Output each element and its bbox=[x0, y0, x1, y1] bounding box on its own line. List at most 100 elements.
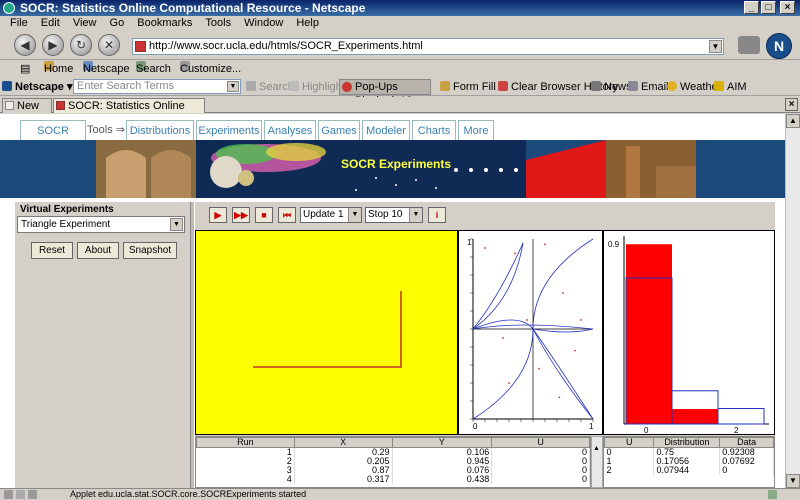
col-y: Y bbox=[391, 437, 493, 448]
col-run: Run bbox=[196, 437, 295, 448]
popups-blocked-button[interactable]: Pop-Ups Blocked: 12 bbox=[339, 79, 431, 107]
menu-bar: File Edit View Go Bookmarks Tools Window… bbox=[0, 16, 800, 30]
step-play-icon[interactable]: ▶ bbox=[209, 207, 227, 223]
distribution-histogram: 0.9 0 2 bbox=[603, 230, 775, 435]
stop-icon[interactable]: ✕ bbox=[98, 34, 120, 56]
hist-data-bar bbox=[672, 409, 718, 424]
magnifier-icon bbox=[246, 81, 256, 91]
table-scrollbar[interactable]: ▲ bbox=[591, 436, 603, 488]
clear-history-icon bbox=[498, 81, 508, 91]
chevron-down-icon[interactable]: ▼ bbox=[227, 81, 239, 92]
netscape-label: Netscape bbox=[83, 63, 130, 75]
search-button[interactable]: Search bbox=[246, 78, 294, 96]
tab-more[interactable]: More bbox=[458, 120, 494, 141]
menu-view[interactable]: View bbox=[73, 17, 97, 29]
tab-socr-home[interactable]: SOCR Home bbox=[20, 120, 86, 157]
tab-socr[interactable]: SOCR: Statistics Online Computatio... bbox=[53, 98, 205, 126]
aim-button[interactable]: AIM bbox=[714, 78, 747, 96]
tab-modeler[interactable]: Modeler bbox=[362, 120, 410, 141]
snapshot-button[interactable]: Snapshot bbox=[123, 242, 177, 259]
close-tab-icon[interactable]: × bbox=[785, 98, 798, 111]
tab-games[interactable]: Games bbox=[318, 120, 360, 141]
sun-icon bbox=[667, 81, 677, 91]
status-bar: Applet edu.ucla.stat.SOCR.core.SOCRExper… bbox=[0, 488, 800, 500]
highlight-icon bbox=[289, 81, 299, 91]
news-icon bbox=[591, 81, 601, 91]
run-cell: 2 bbox=[196, 457, 295, 466]
tab-distributions[interactable]: Distributions bbox=[126, 120, 194, 141]
mail-status-icon bbox=[16, 490, 25, 499]
socr-banner-image: SOCR Experiments bbox=[96, 140, 696, 198]
personal-toolbar: ▤ Home Netscape Search Customize... bbox=[0, 61, 800, 77]
control-bar: ▶ ▶▶ ■ ⏮ Update 1 ▼ Stop 10 ▼ i bbox=[195, 204, 775, 228]
menu-help[interactable]: Help bbox=[296, 17, 319, 29]
address-bar[interactable]: http://www.socr.ucla.edu/htmls/SOCR_Expe… bbox=[132, 38, 724, 55]
search-input[interactable]: Enter Search Terms ▼ bbox=[73, 79, 241, 94]
scatter-point bbox=[562, 292, 564, 294]
pencil-icon bbox=[440, 81, 450, 91]
chevron-down-icon[interactable]: ▼ bbox=[348, 208, 361, 222]
chevron-down-icon[interactable]: ▼ bbox=[709, 40, 722, 53]
netscape-brand-icon bbox=[2, 81, 12, 91]
stop-square-icon[interactable]: ■ bbox=[255, 207, 273, 223]
chevron-down-icon[interactable]: ▼ bbox=[170, 218, 183, 231]
virtual-experiments-label: Virtual Experiments bbox=[20, 204, 114, 215]
banner-title: SOCR Experiments bbox=[341, 157, 451, 171]
news-button[interactable]: News bbox=[591, 78, 632, 96]
tab-new-tab[interactable]: New Tab bbox=[2, 98, 52, 126]
experiment-select[interactable]: Triangle Experiment ▼ bbox=[17, 216, 185, 233]
reset-rewind-icon[interactable]: ⏮ bbox=[278, 207, 296, 223]
netscape-logo-icon[interactable]: N bbox=[766, 33, 792, 59]
form-fill-button[interactable]: Form Fill ▾ bbox=[440, 78, 504, 96]
u-cell: 0 bbox=[491, 475, 590, 484]
menu-go[interactable]: Go bbox=[110, 17, 125, 29]
about-button[interactable]: About bbox=[77, 242, 119, 259]
close-button[interactable]: × bbox=[780, 1, 795, 14]
info-button[interactable]: i bbox=[428, 207, 446, 223]
email-button[interactable]: Email bbox=[628, 78, 669, 96]
menu-window[interactable]: Window bbox=[244, 17, 283, 29]
scroll-up-icon[interactable]: ▲ bbox=[593, 445, 600, 452]
stop-value: Stop 10 bbox=[368, 209, 403, 220]
search-label: Search bbox=[136, 63, 171, 75]
minimize-button[interactable]: _ bbox=[744, 1, 759, 14]
update-select[interactable]: Update 1 ▼ bbox=[300, 207, 362, 223]
y-cell: 0.438 bbox=[392, 475, 493, 484]
chevron-down-icon[interactable]: ▼ bbox=[409, 208, 422, 222]
aim-icon bbox=[714, 81, 724, 91]
printer-icon[interactable] bbox=[738, 36, 760, 54]
browser-tab-bar: New Tab SOCR: Statistics Online Computat… bbox=[0, 97, 800, 126]
scatter-point bbox=[558, 396, 561, 399]
page-content: SOCR Home Tools ⇒ Distributions Experime… bbox=[0, 114, 785, 488]
back-arrow-icon[interactable]: ◀ bbox=[14, 34, 36, 56]
page-favicon-icon bbox=[135, 41, 146, 52]
aim-label: AIM bbox=[727, 81, 747, 93]
menu-file[interactable]: File bbox=[10, 17, 28, 29]
scatter-point bbox=[502, 337, 504, 339]
table-row: 1 0.29 0.106 0 bbox=[196, 447, 590, 457]
menu-bookmarks[interactable]: Bookmarks bbox=[137, 17, 192, 29]
scatter-point bbox=[526, 319, 528, 321]
window-title-bar[interactable]: SOCR: Statistics Online Computational Re… bbox=[0, 0, 800, 16]
u-cell: 0 bbox=[491, 466, 590, 475]
tab-charts[interactable]: Charts bbox=[412, 120, 456, 141]
reset-button[interactable]: Reset bbox=[31, 242, 73, 259]
table-row: 1 0.17056 0.07692 bbox=[604, 457, 774, 466]
scatter-x-tick-0: 0 bbox=[473, 422, 478, 431]
run-fast-forward-icon[interactable]: ▶▶ bbox=[232, 207, 250, 223]
menu-edit[interactable]: Edit bbox=[41, 17, 60, 29]
highlight-button[interactable]: Highlight bbox=[289, 78, 345, 96]
tab-analyses[interactable]: Analyses bbox=[264, 120, 316, 141]
new-tab-icon bbox=[5, 101, 14, 110]
menu-tools[interactable]: Tools bbox=[205, 17, 231, 29]
netscape-brand-button[interactable]: Netscape ▾ bbox=[2, 78, 73, 96]
col-u: U bbox=[491, 437, 590, 448]
forward-arrow-icon[interactable]: ▶ bbox=[42, 34, 64, 56]
scroll-up-icon[interactable]: ▲ bbox=[786, 114, 800, 128]
page-scrollbar[interactable]: ▲ ▼ bbox=[785, 114, 800, 488]
maximize-button[interactable]: □ bbox=[761, 1, 776, 14]
scroll-down-icon[interactable]: ▼ bbox=[786, 474, 800, 488]
tab-experiments[interactable]: Experiments bbox=[196, 120, 262, 141]
reload-icon[interactable]: ↻ bbox=[70, 34, 92, 56]
stop-select[interactable]: Stop 10 ▼ bbox=[365, 207, 423, 223]
